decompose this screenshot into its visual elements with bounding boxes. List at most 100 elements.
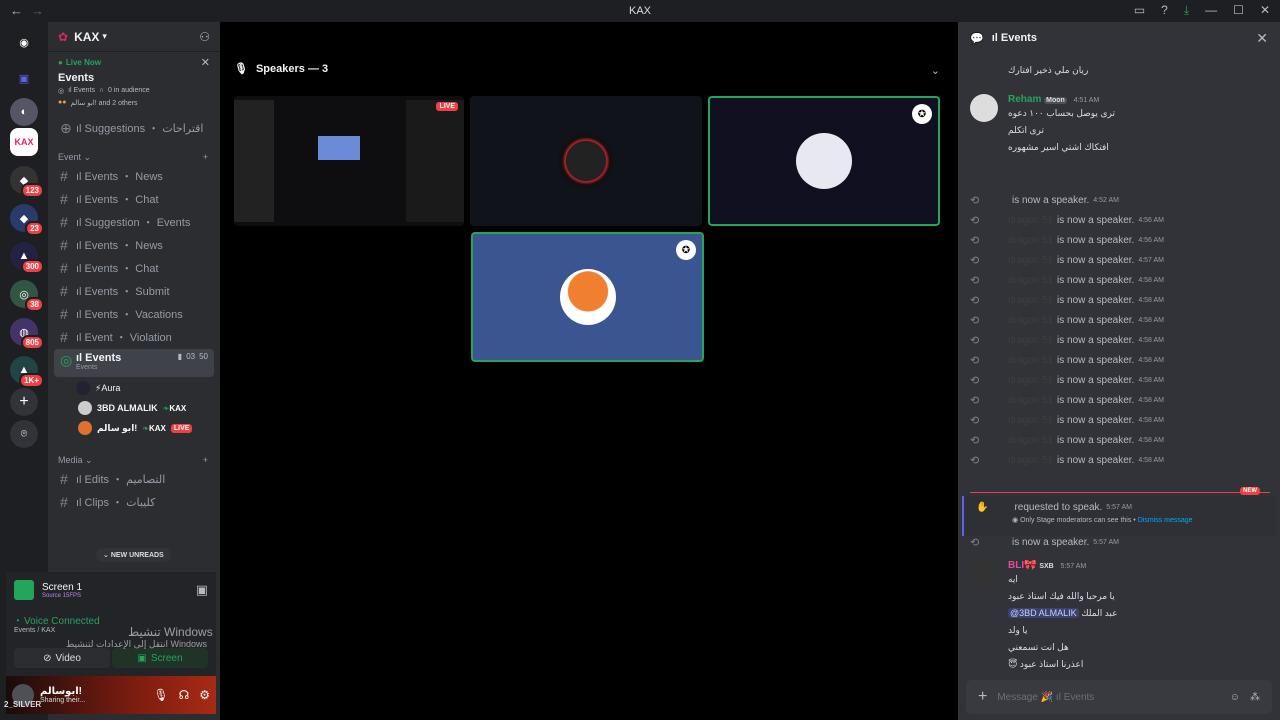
speaker-text: is now a speaker. xyxy=(1057,434,1135,446)
live-stage-card[interactable]: ● Live Now ✕ Events ◎ ıl Events ∩ 0 in au… xyxy=(48,52,220,107)
voice-user[interactable]: ⚡Aura xyxy=(76,378,220,398)
channel-event-violation[interactable]: # ıl Event ・ Violation xyxy=(54,326,214,348)
server-icon-6[interactable]: ◎ 38 xyxy=(10,280,44,312)
channel-clips[interactable]: # ıl Clips ・ كليبات xyxy=(54,491,214,513)
title-bar: ← → KAX ▭ ? ⤓ — ☐ ✕ xyxy=(0,0,1280,22)
apps-icon[interactable]: ⁂ xyxy=(1250,692,1260,703)
speaker-event: ⟲ dragon 51 is now a speaker. 4:58 AM xyxy=(970,390,1270,410)
add-attachment-icon[interactable]: + xyxy=(978,688,987,706)
channel-events-vacations[interactable]: # ıl Events ・ Vacations xyxy=(54,303,214,325)
message-composer[interactable]: + Message 🎉 ıl Events ☺ ⁂ xyxy=(966,680,1272,714)
speaker-name[interactable]: dragon 51 xyxy=(1008,235,1053,246)
server-icon-small: ✿ xyxy=(58,29,69,44)
timestamp: 5:57 AM xyxy=(1060,563,1087,570)
audience-icon: ∩ xyxy=(98,87,104,94)
speaker-tile[interactable]: ✪ xyxy=(708,96,940,226)
emoji-picker-icon[interactable]: ☺ xyxy=(1230,692,1240,703)
server-icon-1[interactable]: ◐ xyxy=(10,98,38,126)
speaker-event: ⟲ dragon 51 is now a speaker. 4:58 AM xyxy=(970,450,1270,470)
stream-preview[interactable]: Screen 1 Source 15FPS ▣ xyxy=(6,572,216,608)
speaker-tile[interactable] xyxy=(470,96,702,226)
speaker-tile[interactable]: ✪ xyxy=(471,232,704,362)
speaker-name[interactable]: dragon 51 xyxy=(1008,375,1053,386)
channel-edits[interactable]: # ıl Edits ・ التصاميم xyxy=(54,468,214,490)
voice-user[interactable]: 3BD ALMALIK ❧KAX xyxy=(78,398,220,418)
channel-suggestions[interactable]: ⊕ ıl Suggestions ・ اقتراحات xyxy=(54,117,214,139)
channel-events-submit[interactable]: # ıl Events ・ Submit xyxy=(54,280,214,302)
speaker-name[interactable]: dragon 51 xyxy=(1008,355,1053,366)
speaker-name[interactable]: dragon 51 xyxy=(1008,215,1053,226)
new-unreads-pill[interactable]: ⌄ NEW UNREADS xyxy=(96,548,171,562)
speaker-icon: ⟲ xyxy=(970,414,980,427)
speaker-icon: ⟲ xyxy=(970,354,980,367)
add-channel-icon[interactable]: + xyxy=(203,455,208,465)
speakers-text: ابو سالم! and 2 others xyxy=(70,100,138,107)
server-icon-7[interactable]: ◍ 805 xyxy=(10,318,44,350)
speaker-text: is now a speaker. xyxy=(1057,354,1135,366)
channel-events-chat[interactable]: # ıl Events ・ Chat xyxy=(54,188,214,210)
discord-home-icon[interactable]: ◉ xyxy=(10,28,38,56)
close-icon[interactable]: ✕ xyxy=(1256,30,1268,47)
download-icon[interactable]: ⤓ xyxy=(1184,3,1189,18)
minimize-icon[interactable]: — xyxy=(1205,3,1217,18)
channel-events-news[interactable]: # ıl Events ・ News xyxy=(54,165,214,187)
gear-icon[interactable]: ⚙ xyxy=(199,688,210,702)
speaker-icon: ⟲ xyxy=(970,454,980,467)
speaker-text: is now a speaker. xyxy=(1057,314,1135,326)
emoji-icon: 😇 xyxy=(1008,659,1018,669)
screen-button[interactable]: ▣ Screen xyxy=(112,648,208,668)
user-mention[interactable]: @3BD ALMALIK xyxy=(1008,608,1079,618)
screen-share-tile[interactable]: LIVE xyxy=(234,96,464,226)
speaker-name[interactable]: dragon 51 xyxy=(1008,415,1053,426)
author-name[interactable]: BLI🎀 xyxy=(1008,560,1037,571)
server-icon-5[interactable]: ▲ 300 xyxy=(10,242,44,274)
speaker-name[interactable]: dragon 51 xyxy=(1008,455,1053,466)
category-event[interactable]: Event ⌄ + xyxy=(48,149,220,165)
hash-icon: # xyxy=(60,237,68,253)
add-channel-icon[interactable]: + xyxy=(203,152,208,162)
voice-user[interactable]: ابو سالم! ❧KAX LIVE xyxy=(78,418,220,438)
add-server-icon[interactable]: + xyxy=(10,388,38,416)
maximize-icon[interactable]: ☐ xyxy=(1233,3,1244,18)
speaker-name[interactable]: dragon 51 xyxy=(1008,275,1053,286)
speaker-name[interactable]: dragon 51 xyxy=(1008,435,1053,446)
message-line-mention: @3BD ALMALIK عبد الملك xyxy=(1008,605,1268,622)
invite-people-icon[interactable]: ⚇ xyxy=(199,30,210,44)
video-button[interactable]: ⊘ Video xyxy=(14,648,110,668)
timestamp: 4:58 AM xyxy=(1138,276,1164,284)
screen-icon: ▣ xyxy=(137,652,147,664)
discover-icon[interactable]: ⌾ xyxy=(10,420,38,448)
speaker-name[interactable]: dragon 51 xyxy=(1008,315,1053,326)
avatar[interactable] xyxy=(970,560,998,588)
direct-messages-icon[interactable]: ▣ xyxy=(10,64,38,92)
message-input[interactable]: Message 🎉 ıl Events xyxy=(997,692,1219,703)
dismiss-message-link[interactable]: Dismiss message xyxy=(1138,517,1193,524)
speaker-text: is now a speaker. xyxy=(1057,374,1135,386)
stage-channel-events[interactable]: ◎ ıl Events Events ▮ 03 50 xyxy=(54,349,214,377)
avatar[interactable] xyxy=(970,94,998,122)
server-header[interactable]: ✿ KAX ▾ ⚇ xyxy=(48,22,220,52)
author-name[interactable]: Reham xyxy=(1008,94,1041,105)
speaker-name[interactable]: dragon 51 xyxy=(1008,395,1053,406)
server-icon-4[interactable]: ◆ 23 xyxy=(10,204,44,236)
stop-stream-icon[interactable]: ▣ xyxy=(196,582,208,598)
server-icon-3[interactable]: ◆ 123 xyxy=(10,166,44,198)
speaker-name[interactable]: dragon 51 xyxy=(1008,295,1053,306)
close-window-icon[interactable]: ✕ xyxy=(1260,3,1270,18)
speaker-name[interactable]: dragon 51 xyxy=(1008,255,1053,266)
help-icon[interactable]: ? xyxy=(1161,3,1168,18)
voice-connected: ◔ Voice Connected Events / KAX xyxy=(14,616,100,634)
headphones-icon[interactable]: ☊ xyxy=(179,688,190,702)
timestamp: 5:57 AM xyxy=(1106,504,1132,511)
speaker-name[interactable]: dragon 51 xyxy=(1008,335,1053,346)
channel-events-news-2[interactable]: # ıl Events ・ News xyxy=(54,234,214,256)
server-icon-8[interactable]: ▲ 1K+ xyxy=(10,356,44,388)
channel-suggestion-events[interactable]: # ıl Suggestion ・ Events xyxy=(54,211,214,233)
microphone-icon[interactable]: 🎙 xyxy=(153,688,168,702)
server-icon-kax[interactable]: KAX xyxy=(10,128,38,156)
channel-events-chat-2[interactable]: # ıl Events ・ Chat xyxy=(54,257,214,279)
inbox-icon[interactable]: ▭ xyxy=(1134,3,1145,18)
category-media[interactable]: Media ⌄ + xyxy=(48,452,220,468)
chevron-down-icon[interactable]: ⌄ xyxy=(931,64,940,77)
close-icon[interactable]: ✕ xyxy=(201,56,210,69)
